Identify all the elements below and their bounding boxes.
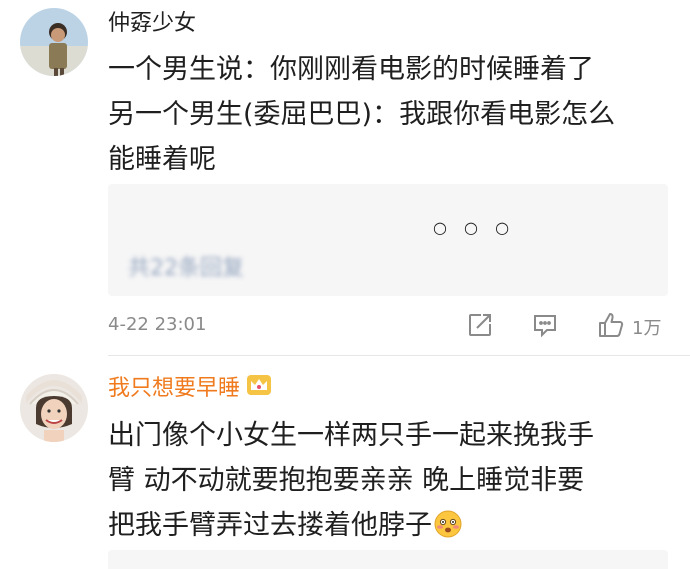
embarrassed-face-icon <box>434 507 462 552</box>
reply-preview-box[interactable]: ○ ○ ○ 共22条回复 <box>108 184 668 296</box>
comment-text-line: 能睡着呢 <box>108 144 216 175</box>
comment-button[interactable] <box>531 310 559 344</box>
avatar[interactable] <box>20 374 88 442</box>
comment-divider <box>108 355 690 356</box>
comment-text-line: 一个男生说：你刚刚看电影的时候睡着了 <box>108 54 594 85</box>
share-icon <box>466 311 494 343</box>
crown-icon <box>246 374 272 404</box>
avatar[interactable] <box>20 8 88 76</box>
timestamp: 4-22 23:01 <box>108 314 207 335</box>
more-dots: ○ ○ ○ <box>433 218 516 237</box>
comment-text: 出门像个小女生一样两只手一起来挽我手 臂 动不动就要抱抱要亲亲 晚上睡觉非要 把… <box>108 413 678 552</box>
like-count: 1万 <box>632 318 662 339</box>
username[interactable]: 仲孬少女 <box>108 10 196 38</box>
like-button[interactable]: 1万 <box>596 310 661 344</box>
comment-text-line-content: 把我手臂弄过去搂着他脖子 <box>108 510 432 541</box>
comment-text-line: 把我手臂弄过去搂着他脖子 <box>108 503 678 552</box>
reply-count-link[interactable]: 共22条回复 <box>128 250 244 282</box>
comment-icon <box>531 311 559 343</box>
like-icon <box>596 310 626 344</box>
comment-text-line: 另一个男生(委屈巴巴)：我跟你看电影怎么 <box>108 99 616 130</box>
username[interactable]: 我只想要早睡 <box>108 374 272 404</box>
comment-text-line: 臂 动不动就要抱抱要亲亲 晚上睡觉非要 <box>108 465 585 496</box>
reply-preview-box[interactable] <box>108 550 668 569</box>
share-button[interactable] <box>466 310 494 344</box>
comment-meta-row: 4-22 23:01 1万 <box>108 310 668 344</box>
comment-text: 一个男生说：你刚刚看电影的时候睡着了 另一个男生(委屈巴巴)：我跟你看电影怎么 … <box>108 47 678 182</box>
username-text[interactable]: 我只想要早睡 <box>108 376 240 401</box>
comment-text-line: 出门像个小女生一样两只手一起来挽我手 <box>108 420 594 451</box>
